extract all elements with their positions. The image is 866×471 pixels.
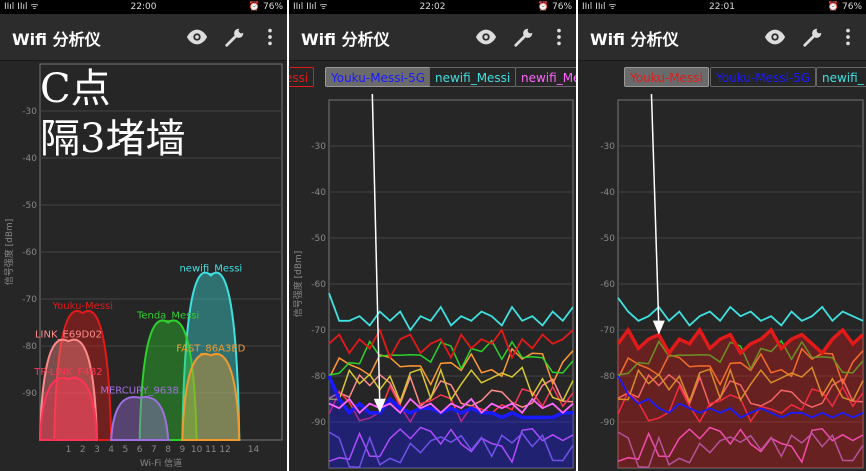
tab-youku-messi-5g[interactable]: Youku-Messi-5G xyxy=(710,67,817,87)
tab-youku-messi-partial[interactable]: essi xyxy=(289,67,315,87)
network-label: Tenda_Messi xyxy=(136,311,199,322)
selection-arrow xyxy=(650,94,660,327)
battery-indicator: ⏰ 76% xyxy=(248,2,283,12)
y-tick-label: -50 xyxy=(22,201,37,211)
app-title: Wifi 分析仪 xyxy=(12,30,101,49)
overflow-menu-icon[interactable] xyxy=(837,26,859,48)
x-tick-label: 14 xyxy=(248,445,260,455)
x-tick-label: 2 xyxy=(80,445,86,455)
x-axis-label: Wi-Fi 信道 xyxy=(140,457,182,469)
y-tick-label: -30 xyxy=(311,142,326,152)
y-tick-label: -90 xyxy=(22,389,37,399)
overlay-note-line-2: 隔3堵墙 xyxy=(40,116,186,162)
y-tick-label: -60 xyxy=(311,280,326,290)
y-tick-label: -40 xyxy=(22,154,37,164)
tab-newifi-messi-partial[interactable]: newifi_ xyxy=(816,67,866,87)
x-tick-label: 4 xyxy=(108,445,114,455)
tab-newifi-messi-5g[interactable]: newifi_Messi_5G xyxy=(515,67,576,87)
y-tick-label: -50 xyxy=(600,234,615,244)
screen-time-graph-5g: ΙΙıl ΙΙıl ᯤ 22:02 ⏰ 76% Wifi 分析仪 essi Yo… xyxy=(289,0,576,471)
network-label: MERCURY_9638 xyxy=(100,386,179,397)
y-tick-label: -80 xyxy=(311,372,326,382)
clock: 22:00 xyxy=(130,2,157,12)
eye-icon[interactable] xyxy=(764,26,786,48)
wrench-icon[interactable] xyxy=(802,26,824,48)
signal-curve xyxy=(110,395,170,441)
network-label: FAST_86A3ED xyxy=(176,343,245,354)
status-bar: ΙΙıl ΙΙıl ᯤ 22:01 ⏰ 76% xyxy=(578,0,866,14)
battery-indicator: ⏰ 76% xyxy=(827,2,862,12)
screen-time-graph-24g: ΙΙıl ΙΙıl ᯤ 22:01 ⏰ 76% Wifi 分析仪 Youku-M… xyxy=(578,0,866,471)
y-tick-label: -50 xyxy=(311,234,326,244)
network-label: LINK_E69D02 xyxy=(35,329,102,340)
eye-icon[interactable] xyxy=(475,26,497,48)
y-tick-label: -80 xyxy=(22,342,37,352)
status-bar: ΙΙıl ΙΙıl ᯤ 22:02 ⏰ 76% xyxy=(289,0,576,14)
status-bar: ΙΙıl ΙΙıl ᯤ 22:00 ⏰ 76% xyxy=(0,0,287,14)
x-tick-label: 6 xyxy=(137,445,143,455)
y-tick-label: -90 xyxy=(600,418,615,428)
y-axis-label: 信号强度 [dBm] xyxy=(3,219,15,286)
clock: 22:02 xyxy=(419,2,446,12)
network-label: Youku-Messi xyxy=(51,301,113,312)
y-tick-label: -60 xyxy=(600,280,615,290)
y-tick-label: -40 xyxy=(311,188,326,198)
app-bar: Wifi 分析仪 xyxy=(289,14,576,61)
tab-youku-messi[interactable]: Youku-Messi xyxy=(624,67,709,87)
battery-indicator: ⏰ 76% xyxy=(537,2,572,12)
y-tick-label: -30 xyxy=(600,142,615,152)
overlay-note-line-1: C点 xyxy=(40,66,111,112)
y-tick-label: -60 xyxy=(22,248,37,258)
tab-newifi-messi[interactable]: newifi_Messi xyxy=(429,67,517,87)
time-chart: -30 -40 -50 -60 -70 -80 -90 xyxy=(600,94,865,469)
screen-channel-graph: ΙΙıl ΙΙıl ᯤ 22:00 ⏰ 76% Wifi 分析仪 -30 -40 -… xyxy=(0,0,287,471)
network-label: newifi_Messi xyxy=(179,264,242,275)
x-tick-label: 11 xyxy=(205,445,216,455)
x-tick-label: 10 xyxy=(191,445,203,455)
app-title: Wifi 分析仪 xyxy=(301,30,390,49)
y-axis-label: 信号强度 [dBm] xyxy=(292,251,304,318)
eye-icon[interactable] xyxy=(186,26,208,48)
y-tick-label: -30 xyxy=(22,107,37,117)
y-tick-label: -90 xyxy=(311,418,326,428)
wrench-icon[interactable] xyxy=(224,26,246,48)
x-tick-label: 1 xyxy=(66,445,72,455)
y-tick-label: -80 xyxy=(600,372,615,382)
wrench-icon[interactable] xyxy=(513,26,535,48)
selection-arrow-head xyxy=(652,320,665,335)
x-tick-label: 3 xyxy=(94,445,100,455)
x-tick-label: 12 xyxy=(219,445,230,455)
app-bar: Wifi 分析仪 xyxy=(578,14,866,61)
app-bar: Wifi 分析仪 xyxy=(0,14,287,61)
network-tabs: Youku-Messi Youku-Messi-5G newifi_ xyxy=(578,62,866,94)
x-tick-label: 5 xyxy=(123,445,129,455)
tab-youku-messi-5g[interactable]: Youku-Messi-5G xyxy=(325,67,432,87)
series-line xyxy=(328,292,574,332)
overflow-menu-icon[interactable] xyxy=(259,26,281,48)
x-tick-label: 9 xyxy=(179,445,185,455)
network-label: TP-LINK_F4B2 xyxy=(33,367,102,378)
clock: 22:01 xyxy=(709,2,735,12)
network-tabs: essi Youku-Messi-5G newifi_Messi newifi_… xyxy=(289,62,576,94)
time-chart: -30 -40 -50 -60 -70 -80 -90 信号强度 [dBm] xyxy=(292,94,574,469)
y-tick-label: -40 xyxy=(600,188,615,198)
x-tick-label: 8 xyxy=(165,445,171,455)
y-tick-label: -70 xyxy=(22,295,37,305)
app-title: Wifi 分析仪 xyxy=(590,30,679,49)
selection-arrow xyxy=(371,94,381,405)
overflow-menu-icon[interactable] xyxy=(548,26,570,48)
x-tick-label: 7 xyxy=(151,445,157,455)
y-tick-label: -70 xyxy=(600,326,615,336)
y-tick-label: -70 xyxy=(311,326,326,336)
